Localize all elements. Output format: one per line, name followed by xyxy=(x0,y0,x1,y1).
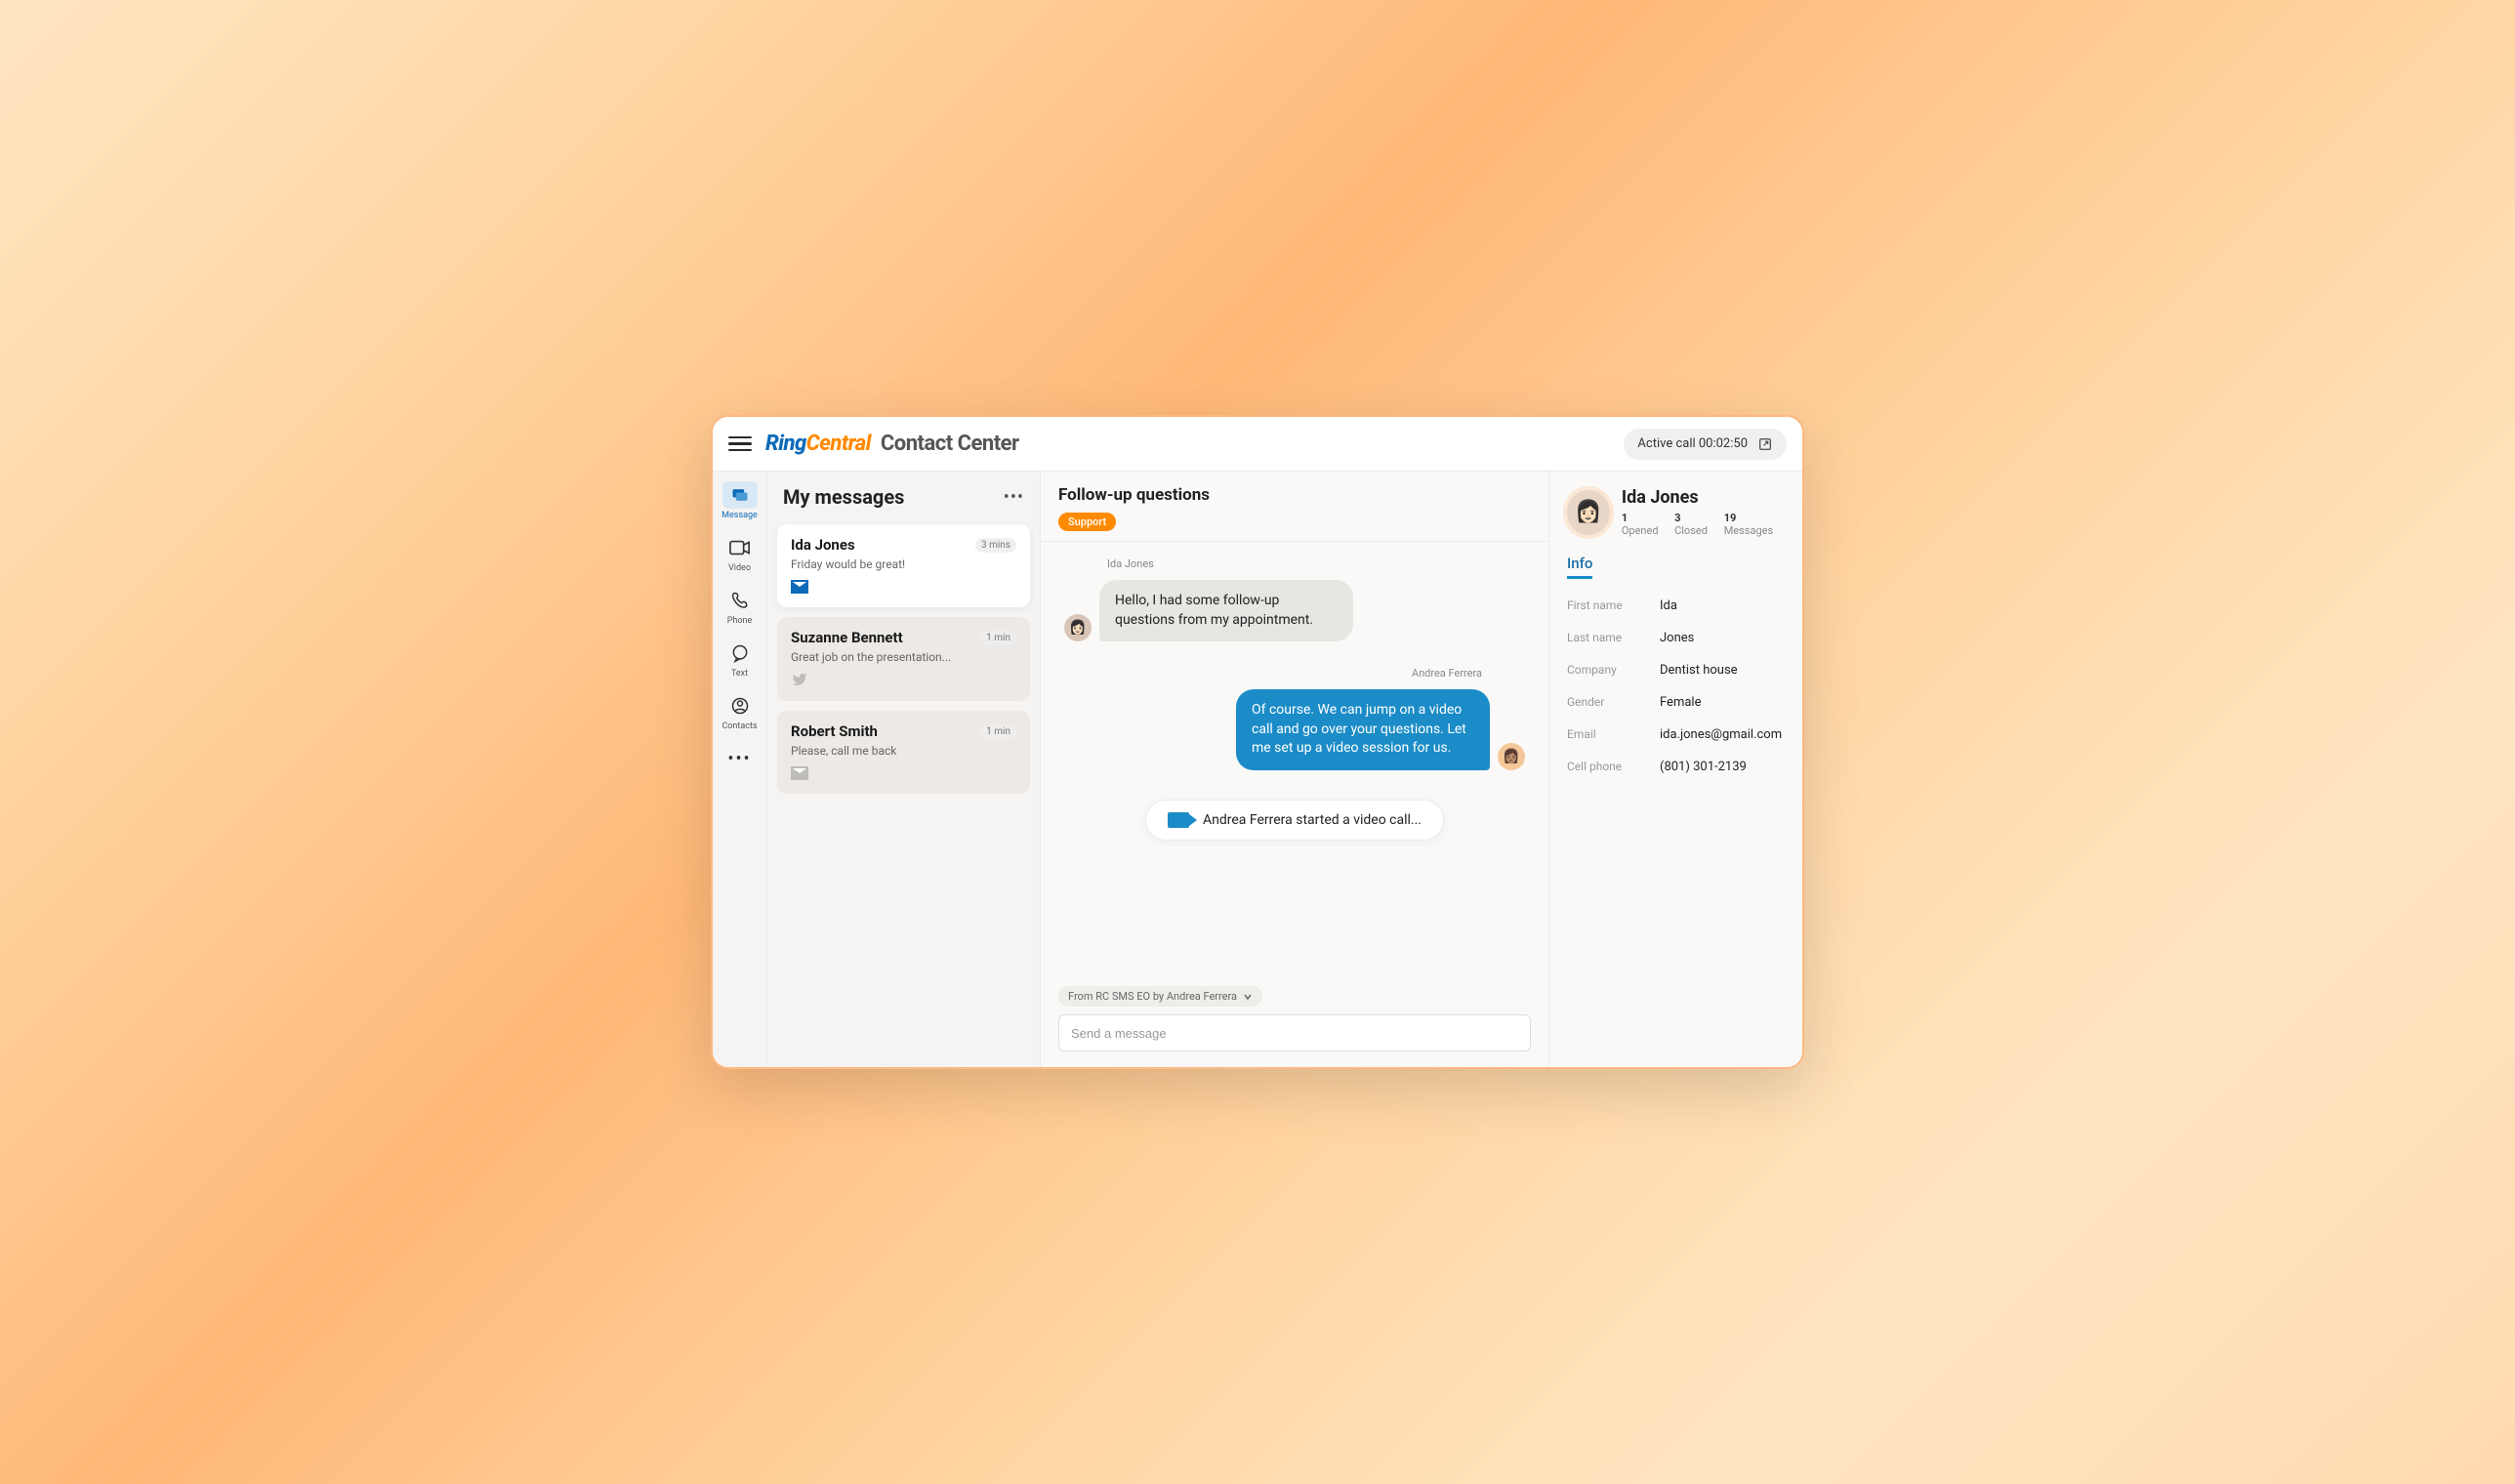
message-time: 1 min xyxy=(980,724,1016,739)
info-value: (801) 301-2139 xyxy=(1660,760,1785,774)
chevron-down-icon xyxy=(1243,992,1253,1002)
app-header: RingCentral Contact Center Active call 0… xyxy=(713,417,1802,472)
info-row-email: Email ida.jones@gmail.com xyxy=(1567,727,1785,742)
phone-icon xyxy=(730,591,750,610)
info-tab[interactable]: Info xyxy=(1567,555,1592,579)
brand-product: Contact Center xyxy=(881,432,1019,456)
rail-more[interactable]: ••• xyxy=(727,749,751,769)
rail-message[interactable]: Message xyxy=(719,481,762,520)
sender-label-outgoing: Andrea Ferrera xyxy=(1064,667,1482,680)
video-icon xyxy=(729,540,751,556)
rail-text[interactable]: Text xyxy=(719,639,762,679)
info-contact-name: Ida Jones xyxy=(1622,487,1785,508)
brand-ring: Ring xyxy=(765,432,806,456)
info-value: ida.jones@gmail.com xyxy=(1660,727,1785,742)
avatar-ida-small: 👩🏻 xyxy=(1064,614,1092,641)
rail-phone-label: Phone xyxy=(727,616,753,626)
app-window: RingCentral Contact Center Active call 0… xyxy=(711,415,1804,1069)
info-value: Female xyxy=(1660,695,1785,710)
message-icon xyxy=(729,485,751,505)
info-label: Last name xyxy=(1567,631,1660,645)
messages-title: My messages xyxy=(783,485,904,509)
rail-message-label: Message xyxy=(722,511,758,520)
contacts-icon xyxy=(730,696,750,716)
message-time: 1 min xyxy=(980,631,1016,645)
mail-icon xyxy=(791,766,808,780)
conversation-header: Follow-up questions Support xyxy=(1041,472,1548,542)
video-call-icon xyxy=(1168,812,1189,828)
info-row-company: Company Dentist house xyxy=(1567,663,1785,678)
info-value: Dentist house xyxy=(1660,663,1785,678)
messages-more-button[interactable]: ••• xyxy=(1004,487,1024,508)
rail-phone[interactable]: Phone xyxy=(719,587,762,626)
compose-area: From RC SMS EO by Andrea Ferrera xyxy=(1041,977,1548,1067)
info-label: Gender xyxy=(1567,695,1660,710)
rail-video[interactable]: Video xyxy=(719,534,762,573)
conversation-panel: Follow-up questions Support Ida Jones 👩🏻… xyxy=(1041,472,1548,1067)
brand-logo: RingCentral Contact Center xyxy=(765,432,1019,456)
info-row-lastname: Last name Jones xyxy=(1567,631,1785,645)
active-call-label: Active call 00:02:50 xyxy=(1637,436,1748,451)
message-preview: Please, call me back xyxy=(791,744,1016,758)
message-card-robert[interactable]: Robert Smith 1 min Please, call me back xyxy=(777,711,1030,794)
mail-icon xyxy=(791,580,808,594)
nav-rail: Message Video Phone Text Contacts ••• xyxy=(713,472,767,1067)
message-name: Suzanne Bennett xyxy=(791,629,903,646)
info-value: Ida xyxy=(1660,598,1785,613)
conversation-body: Ida Jones 👩🏻 Hello, I had some follow-up… xyxy=(1041,542,1548,977)
compose-input[interactable] xyxy=(1058,1014,1531,1051)
bubble-outgoing: Of course. We can jump on a video call a… xyxy=(1236,689,1490,770)
message-preview: Great job on the presentation... xyxy=(791,650,1016,664)
message-card-ida[interactable]: Ida Jones 3 mins Friday would be great! xyxy=(777,524,1030,607)
message-card-suzanne[interactable]: Suzanne Bennett 1 min Great job on the p… xyxy=(777,617,1030,701)
from-chip[interactable]: From RC SMS EO by Andrea Ferrera xyxy=(1058,986,1262,1007)
info-label: First name xyxy=(1567,598,1660,613)
message-preview: Friday would be great! xyxy=(791,557,1016,571)
avatar-ida-large: 👩🏻 xyxy=(1567,490,1610,535)
rail-video-label: Video xyxy=(728,563,751,573)
messages-panel: My messages ••• Ida Jones 3 mins Friday … xyxy=(767,472,1041,1067)
info-stats: 1 Opened 3 Closed 19 Messages xyxy=(1622,512,1785,537)
info-panel: 👩🏻 Ida Jones 1 Opened 3 Closed 19 Messag… xyxy=(1548,472,1802,1067)
message-name: Robert Smith xyxy=(791,722,878,740)
video-call-text: Andrea Ferrera started a video call... xyxy=(1203,812,1422,828)
sender-label-incoming: Ida Jones xyxy=(1107,557,1525,570)
from-chip-label: From RC SMS EO by Andrea Ferrera xyxy=(1068,990,1237,1003)
support-chip: Support xyxy=(1058,513,1116,531)
info-row-firstname: First name Ida xyxy=(1567,598,1785,613)
rail-contacts-label: Contacts xyxy=(722,721,757,731)
conversation-title: Follow-up questions xyxy=(1058,485,1531,505)
menu-button[interactable] xyxy=(728,433,752,456)
twitter-icon xyxy=(791,672,808,687)
rail-text-label: Text xyxy=(731,669,748,679)
active-call-pill[interactable]: Active call 00:02:50 xyxy=(1624,429,1787,460)
message-name: Ida Jones xyxy=(791,536,855,554)
text-icon xyxy=(730,643,750,663)
info-row-gender: Gender Female xyxy=(1567,695,1785,710)
avatar-andrea-small: 👩🏽 xyxy=(1498,743,1525,770)
info-row-cell: Cell phone (801) 301-2139 xyxy=(1567,760,1785,774)
rail-contacts[interactable]: Contacts xyxy=(719,692,762,731)
info-value: Jones xyxy=(1660,631,1785,645)
info-label: Company xyxy=(1567,663,1660,678)
video-call-event[interactable]: Andrea Ferrera started a video call... xyxy=(1145,800,1444,841)
info-label: Email xyxy=(1567,727,1660,742)
message-time: 3 mins xyxy=(975,538,1016,553)
brand-central: Central xyxy=(806,432,871,456)
info-label: Cell phone xyxy=(1567,760,1660,774)
popout-icon xyxy=(1757,436,1773,452)
bubble-incoming: Hello, I had some follow-up questions fr… xyxy=(1099,580,1353,641)
